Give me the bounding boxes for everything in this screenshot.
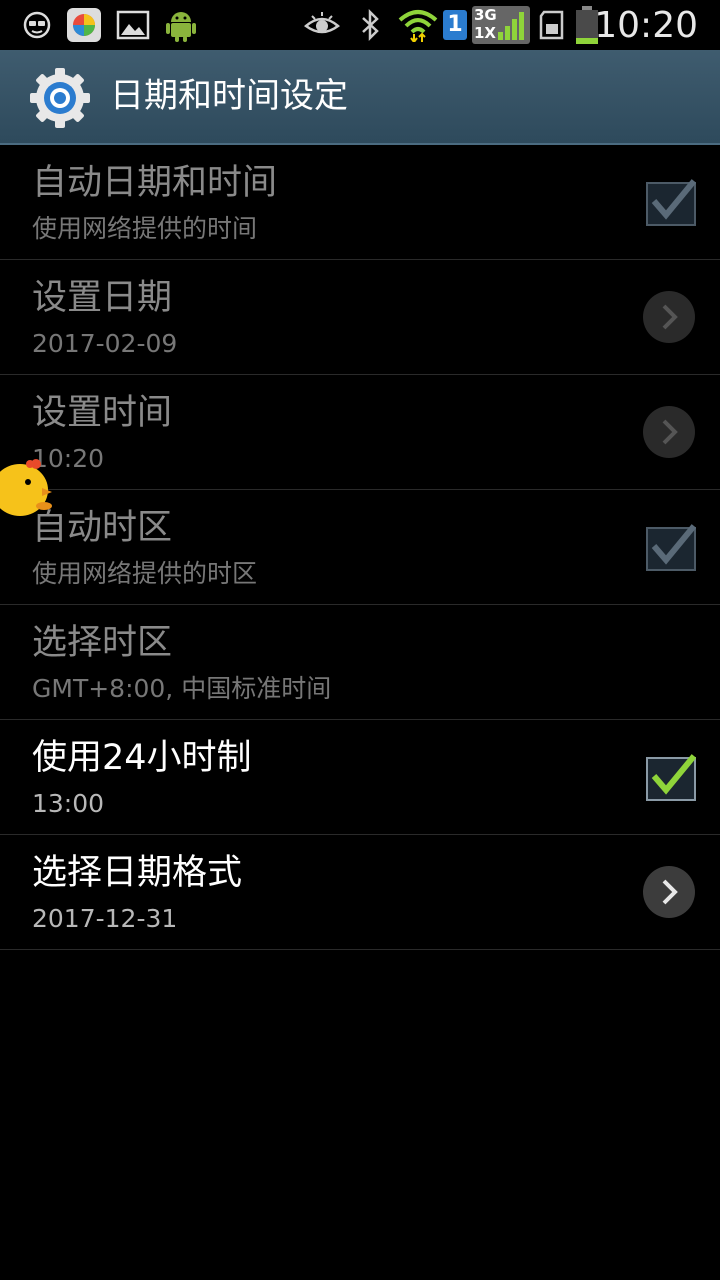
settings-list: 自动日期和时间 使用网络提供的时间 设置日期 2017-02-09 设置时间 1… (0, 145, 720, 950)
gallery-icon (116, 10, 150, 40)
setting-set-date[interactable]: 设置日期 2017-02-09 (0, 260, 720, 375)
setting-date-format[interactable]: 选择日期格式 2017-12-31 (0, 835, 720, 950)
status-bar: 1 3G 1X 10:20 (0, 0, 720, 50)
eye-icon (304, 12, 340, 34)
setting-24-hour-format[interactable]: 使用24小时制 13:00 (0, 720, 720, 835)
status-time: 10:20 (594, 5, 698, 46)
setting-title: 选择时区 (32, 623, 173, 663)
24-hour-checkbox[interactable] (646, 750, 696, 802)
sim-label: 1 (447, 12, 463, 37)
page-title: 日期和时间设定 (110, 76, 348, 116)
setting-auto-timezone[interactable]: 自动时区 使用网络提供的时区 (0, 490, 720, 605)
setting-auto-date-time[interactable]: 自动日期和时间 使用网络提供的时间 (0, 145, 720, 260)
network-label-bottom: 1X (474, 24, 497, 42)
setting-subtitle: 2017-02-09 (32, 329, 178, 358)
setting-title: 自动日期和时间 (32, 163, 278, 203)
setting-title: 使用24小时制 (32, 738, 252, 778)
setting-title: 选择日期格式 (32, 853, 243, 893)
setting-title: 设置日期 (32, 278, 173, 318)
auto-date-time-checkbox[interactable] (646, 175, 696, 227)
bluetooth-icon (362, 8, 379, 42)
auto-timezone-checkbox[interactable] (646, 520, 696, 572)
settings-gear-icon[interactable] (28, 66, 92, 130)
setting-subtitle: 使用网络提供的时间 (32, 214, 258, 243)
sd-card-icon (539, 10, 564, 40)
signal-3g-1x-icon: 3G 1X (472, 6, 530, 44)
chevron-right-icon (643, 406, 695, 458)
sim1-icon: 1 (443, 10, 467, 40)
floating-assistant-icon[interactable] (0, 450, 54, 522)
network-label-top: 3G (474, 6, 497, 24)
setting-subtitle: 13:00 (32, 789, 105, 818)
setting-select-timezone[interactable]: 选择时区 GMT+8:00, 中国标准时间 (0, 605, 720, 720)
setting-title: 设置时间 (32, 393, 173, 433)
incognito-icon (23, 11, 51, 39)
wifi-icon (398, 10, 438, 42)
setting-set-time[interactable]: 设置时间 10:20 (0, 375, 720, 490)
game-center-icon (67, 8, 101, 42)
chevron-right-icon (643, 866, 695, 918)
setting-subtitle: GMT+8:00, 中国标准时间 (32, 674, 332, 703)
android-icon (166, 12, 196, 42)
setting-subtitle: 2017-12-31 (32, 904, 178, 933)
action-bar: 日期和时间设定 (0, 50, 720, 145)
chevron-right-icon (643, 291, 695, 343)
setting-subtitle: 使用网络提供的时区 (32, 559, 258, 588)
